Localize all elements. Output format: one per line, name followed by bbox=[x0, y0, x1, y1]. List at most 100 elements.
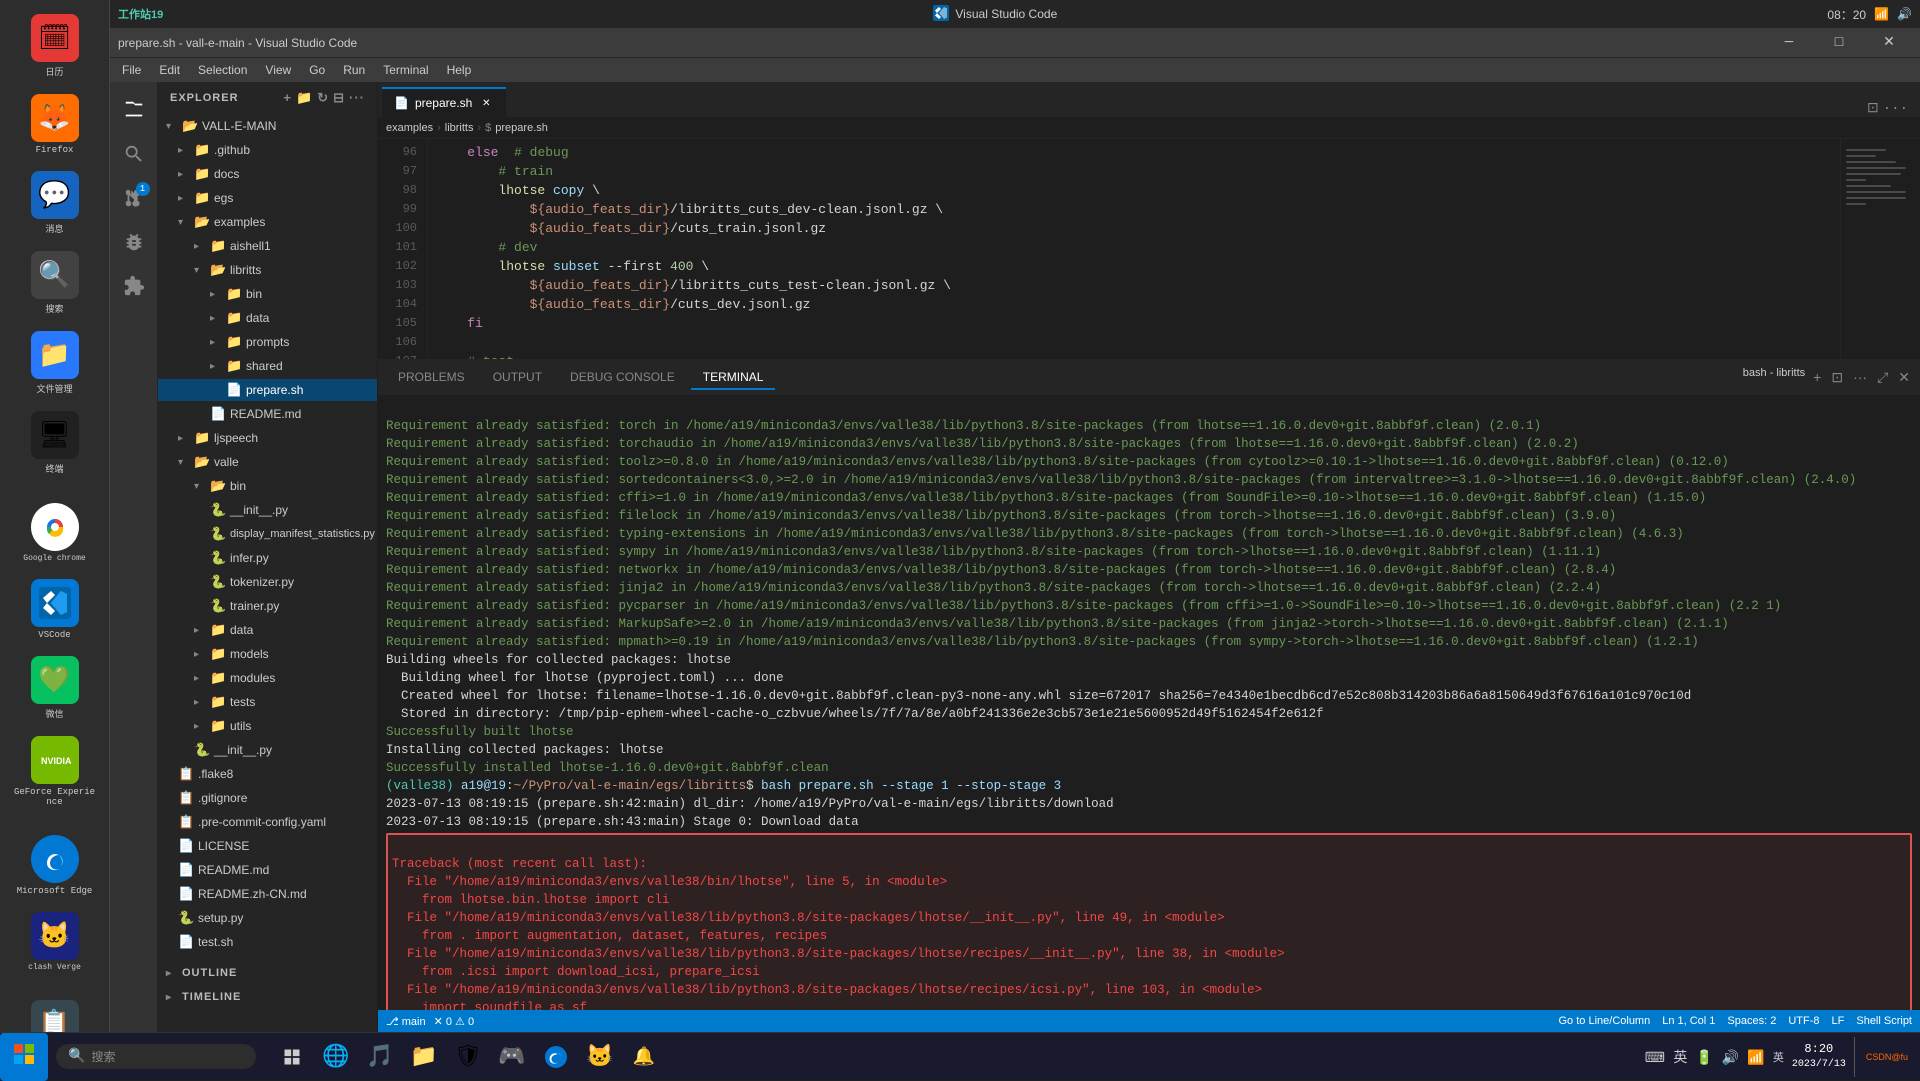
taskbar-task-view[interactable] bbox=[272, 1037, 312, 1077]
minimize-button[interactable]: ─ bbox=[1766, 28, 1812, 58]
tree-item-init-py[interactable]: 🐍 __init__.py bbox=[158, 498, 377, 522]
menu-terminal[interactable]: Terminal bbox=[375, 61, 436, 79]
tree-item-examples-readme[interactable]: ▸ 📄 README.md bbox=[158, 402, 377, 426]
dock-item-vscode[interactable]: VSCode bbox=[10, 573, 100, 646]
tree-item-readme-cn[interactable]: 📄 README.zh-CN.md bbox=[158, 882, 377, 906]
tab-debug-console[interactable]: DEBUG CONSOLE bbox=[558, 366, 687, 390]
dock-item-clash[interactable]: 🐱 clash Verge bbox=[10, 906, 100, 978]
menu-view[interactable]: View bbox=[257, 61, 299, 79]
activity-debug[interactable] bbox=[114, 222, 154, 262]
status-ln-col[interactable]: Ln 1, Col 1 bbox=[1662, 1015, 1715, 1027]
taskbar-edge2[interactable] bbox=[536, 1037, 576, 1077]
status-lang[interactable]: Shell Script bbox=[1856, 1015, 1912, 1027]
tree-item-libritts-bin[interactable]: ▸ 📁 bin bbox=[158, 282, 377, 306]
tree-item-github[interactable]: ▸ 📁 .github bbox=[158, 138, 377, 162]
status-errors[interactable]: ✕ 0 ⚠ 0 bbox=[434, 1015, 474, 1028]
menu-file[interactable]: File bbox=[114, 61, 149, 79]
maximize-panel-icon[interactable]: ⤢ bbox=[1875, 367, 1890, 388]
tree-item-display-manifest[interactable]: 🐍 display_manifest_statistics.py bbox=[158, 522, 377, 546]
tab-problems[interactable]: PROBLEMS bbox=[386, 366, 477, 390]
activity-extensions[interactable] bbox=[114, 266, 154, 306]
taskbar-clash[interactable]: 🐱 bbox=[580, 1037, 620, 1077]
tree-item-trainer[interactable]: 🐍 trainer.py bbox=[158, 594, 377, 618]
tree-item-testsh[interactable]: 📄 test.sh bbox=[158, 930, 377, 954]
dock-item-chrome[interactable]: Google chrome bbox=[10, 497, 100, 569]
taskbar-clock[interactable]: 8:20 2023/7/13 bbox=[1792, 1041, 1846, 1072]
taskbar-edge[interactable]: 🌐 bbox=[316, 1037, 356, 1077]
taskbar-start-button[interactable] bbox=[0, 1033, 48, 1081]
tree-item-shared[interactable]: ▸ 📁 shared bbox=[158, 354, 377, 378]
taskbar-security[interactable]: 🛡 bbox=[448, 1037, 488, 1077]
new-folder-icon[interactable]: 📁 bbox=[296, 90, 313, 106]
maximize-button[interactable]: □ bbox=[1816, 28, 1862, 58]
dock-item-files[interactable]: 📁 文件管理 bbox=[10, 325, 100, 401]
activity-source-control[interactable]: 1 bbox=[114, 178, 154, 218]
tree-item-libritts[interactable]: ▾ 📂 libritts bbox=[158, 258, 377, 282]
tree-item-valle-bin[interactable]: ▾ 📂 bin bbox=[158, 474, 377, 498]
dock-item-search[interactable]: 🔍 搜索 bbox=[10, 245, 100, 321]
taskbar-notification[interactable]: 🔔 bbox=[624, 1037, 664, 1077]
new-terminal-icon[interactable]: + bbox=[1811, 367, 1823, 388]
dock-item-terminal[interactable]: 🖥 终端 bbox=[10, 405, 100, 481]
status-go-to[interactable]: Go to Line/Column bbox=[1559, 1015, 1651, 1027]
tree-item-gitignore[interactable]: 📋 .gitignore bbox=[158, 786, 377, 810]
dock-item-messages[interactable]: 💬 消息 bbox=[10, 165, 100, 241]
tree-item-docs[interactable]: ▸ 📁 docs bbox=[158, 162, 377, 186]
tab-prepare-sh[interactable]: 📄 prepare.sh ✕ bbox=[382, 87, 506, 117]
status-spaces[interactable]: Spaces: 2 bbox=[1727, 1015, 1776, 1027]
tree-item-aishell1[interactable]: ▸ 📁 aishell1 bbox=[158, 234, 377, 258]
tree-item-license[interactable]: 📄 LICENSE bbox=[158, 834, 377, 858]
terminal-area[interactable]: Requirement already satisfied: torch in … bbox=[378, 395, 1920, 1010]
tree-item-valle-main[interactable]: ▾ 📂 VALL-E-MAIN bbox=[158, 114, 377, 138]
status-encoding[interactable]: UTF-8 bbox=[1788, 1015, 1819, 1027]
tree-item-valle-init[interactable]: 🐍 __init__.py bbox=[158, 738, 377, 762]
tab-terminal[interactable]: TERMINAL bbox=[691, 366, 776, 390]
tree-item-modules[interactable]: ▸ 📁 modules bbox=[158, 666, 377, 690]
dock-item-nvidia[interactable]: NVIDIA GeForce Experience bbox=[10, 730, 100, 813]
activity-explorer[interactable] bbox=[114, 90, 154, 130]
more-icon[interactable]: ··· bbox=[349, 90, 365, 106]
status-eol[interactable]: LF bbox=[1832, 1015, 1845, 1027]
tree-item-readme[interactable]: 📄 README.md bbox=[158, 858, 377, 882]
tree-item-examples[interactable]: ▾ 📂 examples bbox=[158, 210, 377, 234]
breadcrumb-examples[interactable]: examples bbox=[386, 122, 433, 134]
dock-item-edge[interactable]: Microsoft Edge bbox=[10, 829, 100, 902]
menu-edit[interactable]: Edit bbox=[151, 61, 188, 79]
menu-go[interactable]: Go bbox=[301, 61, 333, 79]
tree-item-valle[interactable]: ▾ 📂 valle bbox=[158, 450, 377, 474]
breadcrumb-prepare[interactable]: prepare.sh bbox=[495, 122, 548, 134]
taskbar-search-box[interactable]: 🔍 搜索 bbox=[56, 1044, 256, 1069]
dock-item-wechat[interactable]: 💚 微信 bbox=[10, 650, 100, 726]
taskbar-file-explorer[interactable]: 📁 bbox=[404, 1037, 444, 1077]
close-button[interactable]: ✕ bbox=[1866, 28, 1912, 58]
menu-run[interactable]: Run bbox=[335, 61, 373, 79]
tree-item-egs[interactable]: ▸ 📁 egs bbox=[158, 186, 377, 210]
tree-item-ljspeech[interactable]: ▸ 📁 ljspeech bbox=[158, 426, 377, 450]
menu-help[interactable]: Help bbox=[439, 61, 480, 79]
dock-item-firefox[interactable]: 🦊 Firefox bbox=[10, 88, 100, 161]
new-file-icon[interactable]: + bbox=[283, 90, 292, 106]
terminal-more-icon[interactable]: ··· bbox=[1851, 367, 1869, 388]
tree-item-setup[interactable]: 🐍 setup.py bbox=[158, 906, 377, 930]
tree-item-models[interactable]: ▸ 📁 models bbox=[158, 642, 377, 666]
tree-item-libritts-data[interactable]: ▸ 📁 data bbox=[158, 306, 377, 330]
breadcrumb-libritts[interactable]: libritts bbox=[445, 122, 474, 134]
tray-show-desktop[interactable] bbox=[1854, 1037, 1858, 1077]
more-actions-icon[interactable]: ··· bbox=[1883, 101, 1908, 117]
tab-output[interactable]: OUTPUT bbox=[481, 366, 554, 390]
taskbar-music[interactable]: 🎵 bbox=[360, 1037, 400, 1077]
refresh-icon[interactable]: ↻ bbox=[317, 90, 329, 106]
status-branch[interactable]: ⎇ main bbox=[386, 1015, 426, 1028]
tree-item-flake8[interactable]: 📋 .flake8 bbox=[158, 762, 377, 786]
tray-ime[interactable]: 英 bbox=[1773, 1049, 1784, 1065]
tree-item-valle-data[interactable]: ▸ 📁 data bbox=[158, 618, 377, 642]
outline-section-header[interactable]: ▸ OUTLINE bbox=[158, 962, 377, 984]
split-editor-icon[interactable]: ⊡ bbox=[1867, 100, 1879, 117]
activity-search[interactable] bbox=[114, 134, 154, 174]
tree-item-utils[interactable]: ▸ 📁 utils bbox=[158, 714, 377, 738]
split-terminal-icon[interactable]: ⊡ bbox=[1829, 367, 1845, 388]
menu-selection[interactable]: Selection bbox=[190, 61, 255, 79]
tree-item-prompts[interactable]: ▸ 📁 prompts bbox=[158, 330, 377, 354]
dock-item-calendar[interactable]: 🗓 日历 bbox=[10, 8, 100, 84]
tree-item-infer[interactable]: 🐍 infer.py bbox=[158, 546, 377, 570]
